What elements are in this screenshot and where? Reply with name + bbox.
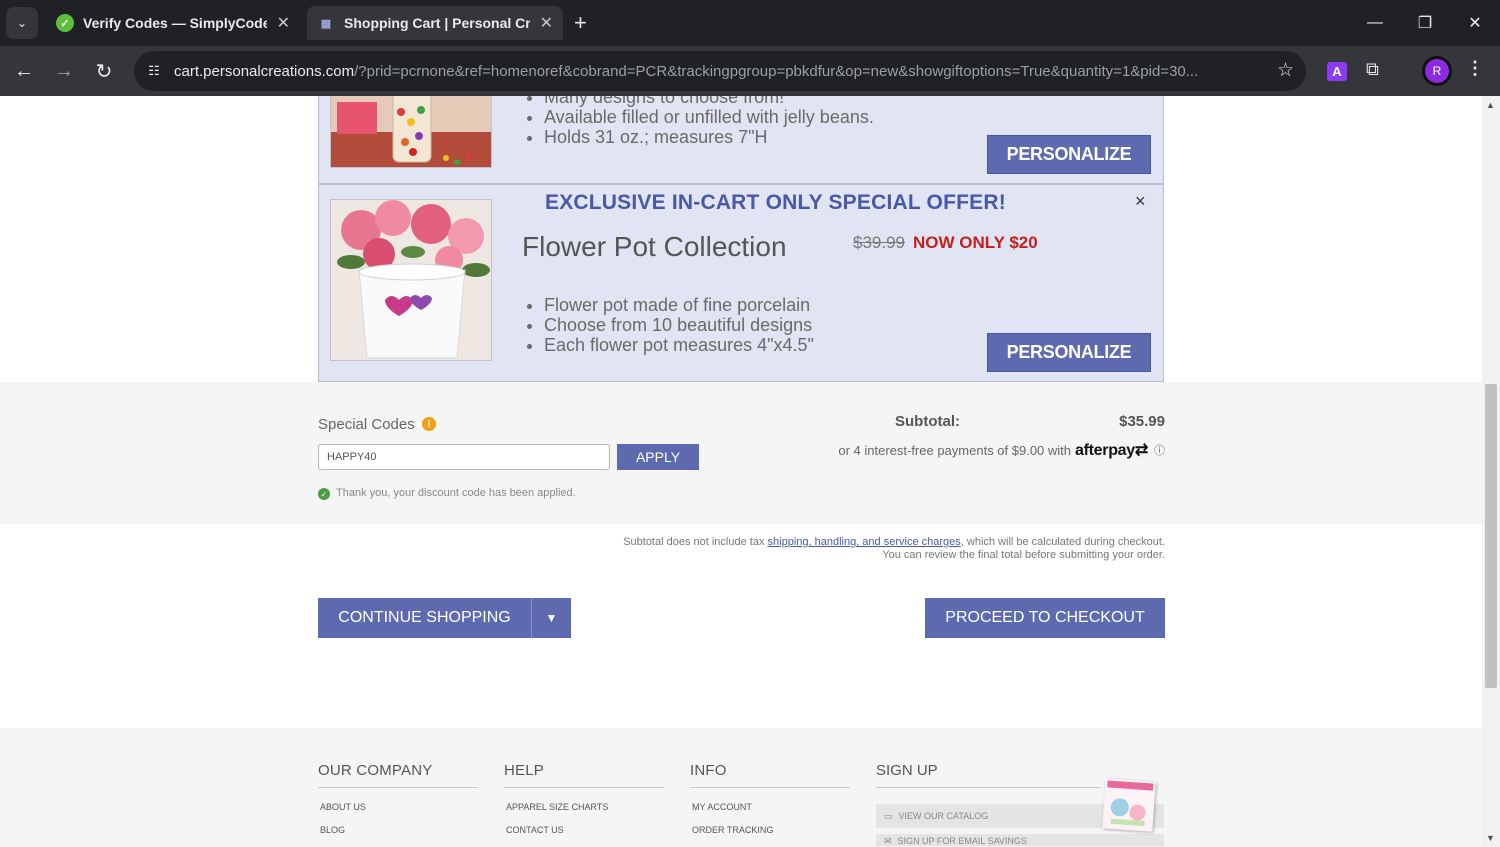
footer-signup: SIGN UP ▭ VIEW OUR CATALOG ✉ SIGN UP FOR E… [876, 762, 1164, 846]
profile-avatar[interactable]: R [1422, 56, 1452, 86]
footer-link[interactable]: ABOUT US [320, 802, 478, 812]
offer-bullet: Each flower pot measures 4"x4.5" [544, 335, 814, 355]
page-viewport: Many designs to choose from! Available f… [0, 96, 1482, 847]
original-price: $39.99 [853, 233, 905, 252]
info-icon[interactable]: ! [422, 417, 436, 431]
footer-link[interactable]: ORDER TRACKING [692, 825, 850, 835]
offer-bullet-list: Many designs to choose from! Available f… [544, 96, 874, 147]
apply-code-button[interactable]: APPLY [617, 444, 699, 470]
jelly-bean-jar-image [330, 96, 492, 168]
tax-note-prefix: Subtotal does not include tax [623, 536, 765, 548]
new-tab-icon[interactable]: + [574, 10, 587, 36]
forward-icon[interactable]: → [50, 57, 78, 85]
extensions-puzzle-icon[interactable]: ⧉ [1366, 59, 1379, 80]
email-signup-label: SIGN UP FOR EMAIL SAVINGS [897, 836, 1027, 846]
tab-shopping-cart[interactable]: ▦ Shopping Cart | Personal Creat ✕ [307, 6, 563, 40]
offer-bullet: Many designs to choose from! [544, 96, 874, 107]
close-offer-icon[interactable]: × [1135, 191, 1146, 212]
scroll-up-arrow-icon[interactable]: ▲ [1486, 100, 1495, 110]
email-signup-link[interactable]: ✉ SIGN UP FOR EMAIL SAVINGS [876, 834, 1164, 846]
scroll-down-arrow-icon[interactable]: ▼ [1486, 833, 1495, 843]
extension-a-icon[interactable]: A [1327, 62, 1347, 81]
footer-column-help: HELP APPAREL SIZE CHARTS CONTACT US [504, 762, 664, 835]
offer-bullet-list: Flower pot made of fine porcelain Choose… [544, 295, 814, 355]
catalog-cover-image[interactable] [1102, 778, 1156, 832]
check-circle-icon: ✓ [318, 488, 330, 500]
tax-note-suffix: , which will be calculated during checko… [960, 536, 1165, 548]
special-codes-label: Special Codes [318, 416, 415, 433]
book-icon: ▭ [884, 810, 893, 821]
bookmark-star-icon[interactable]: ☆ [1277, 59, 1294, 82]
shipping-charges-link[interactable]: shipping, handling, and service charges [768, 536, 961, 548]
minimize-icon[interactable]: — [1350, 0, 1400, 46]
codes-and-subtotal-section: Special Codes ! APPLY ✓ Thank you, your … [0, 382, 1482, 524]
footer-heading: SIGN UP [876, 762, 1101, 788]
sale-price: NOW ONLY $20 [913, 233, 1038, 252]
tab-title: Shopping Cart | Personal Creat [344, 15, 530, 31]
tab-title: Verify Codes — SimplyCodes [83, 15, 267, 31]
personalize-button[interactable]: PERSONALIZE [987, 135, 1151, 174]
tax-note-line2: You can review the final total before su… [882, 549, 1165, 561]
browser-menu-icon[interactable]: ⋮ [1466, 58, 1484, 79]
subtotal-value: $35.99 [1119, 413, 1165, 430]
footer-link[interactable]: CONTACT US [506, 825, 664, 835]
mail-icon: ✉ [884, 836, 892, 846]
subtotal-label: Subtotal: [895, 413, 960, 430]
restore-icon[interactable]: ❐ [1400, 0, 1450, 46]
browser-toolbar: ← → ↻ ☷ cart.personalcreations.com/?prid… [0, 46, 1500, 96]
simplycodes-favicon-icon: ✓ [56, 14, 74, 32]
tab-close-icon[interactable]: ✕ [277, 13, 290, 33]
site-footer: OUR COMPANY ABOUT US BLOG HELP APPAREL S… [0, 728, 1482, 847]
footer-heading: INFO [690, 762, 850, 788]
back-icon[interactable]: ← [10, 57, 38, 85]
afterpay-installments: or 4 interest-free payments of $9.00 wit… [838, 440, 1165, 460]
page-scrollbar[interactable]: ▲ ▼ [1482, 96, 1500, 847]
personalize-button[interactable]: PERSONALIZE [987, 333, 1151, 372]
tax-note: Subtotal does not include tax shipping, … [623, 536, 1165, 562]
promo-code-input[interactable] [318, 444, 610, 470]
footer-link[interactable]: APPAREL SIZE CHARTS [506, 802, 664, 812]
url-path: /?prid=pcrnone&ref=homenoref&cobrand=PCR… [354, 63, 1199, 80]
footer-heading: HELP [504, 762, 664, 788]
upsell-offer-jelly-bean: Many designs to choose from! Available f… [318, 96, 1164, 184]
afterpay-info-icon[interactable]: ⓘ [1154, 442, 1165, 458]
offer-bullet: Holds 31 oz.; measures 7"H [544, 127, 874, 147]
offer-bullet: Available filled or unfilled with jelly … [544, 107, 874, 127]
chevron-down-icon[interactable]: ▼ [531, 598, 571, 638]
continue-shopping-button[interactable]: CONTINUE SHOPPING ▼ [318, 598, 571, 638]
offer-bullet: Flower pot made of fine porcelain [544, 295, 814, 315]
continue-shopping-label[interactable]: CONTINUE SHOPPING [318, 598, 531, 638]
afterpay-text: or 4 interest-free payments of $9.00 wit… [838, 442, 1072, 458]
offer-bullet: Choose from 10 beautiful designs [544, 315, 814, 335]
offer-product-title: Flower Pot Collection [522, 231, 787, 262]
footer-heading: OUR COMPANY [318, 762, 478, 788]
view-catalog-label: VIEW OUR CATALOG [898, 811, 989, 821]
gift-favicon-icon: ▦ [320, 17, 332, 30]
footer-link[interactable]: MY ACCOUNT [692, 802, 850, 812]
footer-column-info: INFO MY ACCOUNT ORDER TRACKING [690, 762, 850, 835]
tab-close-icon[interactable]: ✕ [540, 13, 553, 33]
code-applied-message: Thank you, your discount code has been a… [336, 487, 576, 499]
url-text[interactable]: cart.personalcreations.com/?prid=pcrnone… [174, 63, 1264, 80]
upsell-offer-flower-pot: EXCLUSIVE IN-CART ONLY SPECIAL OFFER! × … [318, 184, 1164, 382]
tab-verify-codes[interactable]: ✓ Verify Codes — SimplyCodes ✕ [46, 6, 300, 40]
site-info-icon[interactable]: ☷ [142, 59, 166, 83]
footer-link[interactable]: BLOG [320, 825, 478, 835]
address-bar[interactable]: ☷ cart.personalcreations.com/?prid=pcrno… [134, 51, 1306, 91]
afterpay-brand: afterpay [1075, 442, 1135, 459]
scrollbar-thumb[interactable] [1485, 384, 1497, 688]
offer-banner-heading: EXCLUSIVE IN-CART ONLY SPECIAL OFFER! [545, 191, 1006, 214]
reload-icon[interactable]: ↻ [90, 57, 118, 85]
window-close-icon[interactable]: ✕ [1450, 0, 1500, 46]
tab-search-icon[interactable]: ⌄ [6, 7, 38, 39]
afterpay-logo: afterpay⇄ [1075, 442, 1148, 459]
proceed-to-checkout-button[interactable]: PROCEED TO CHECKOUT [925, 598, 1165, 638]
footer-column-company: OUR COMPANY ABOUT US BLOG [318, 762, 478, 835]
browser-tab-strip: ⌄ ✓ Verify Codes — SimplyCodes ✕ ▦ Shopp… [0, 0, 1500, 46]
url-host: cart.personalcreations.com [174, 63, 355, 80]
flower-pot-image [330, 199, 492, 361]
